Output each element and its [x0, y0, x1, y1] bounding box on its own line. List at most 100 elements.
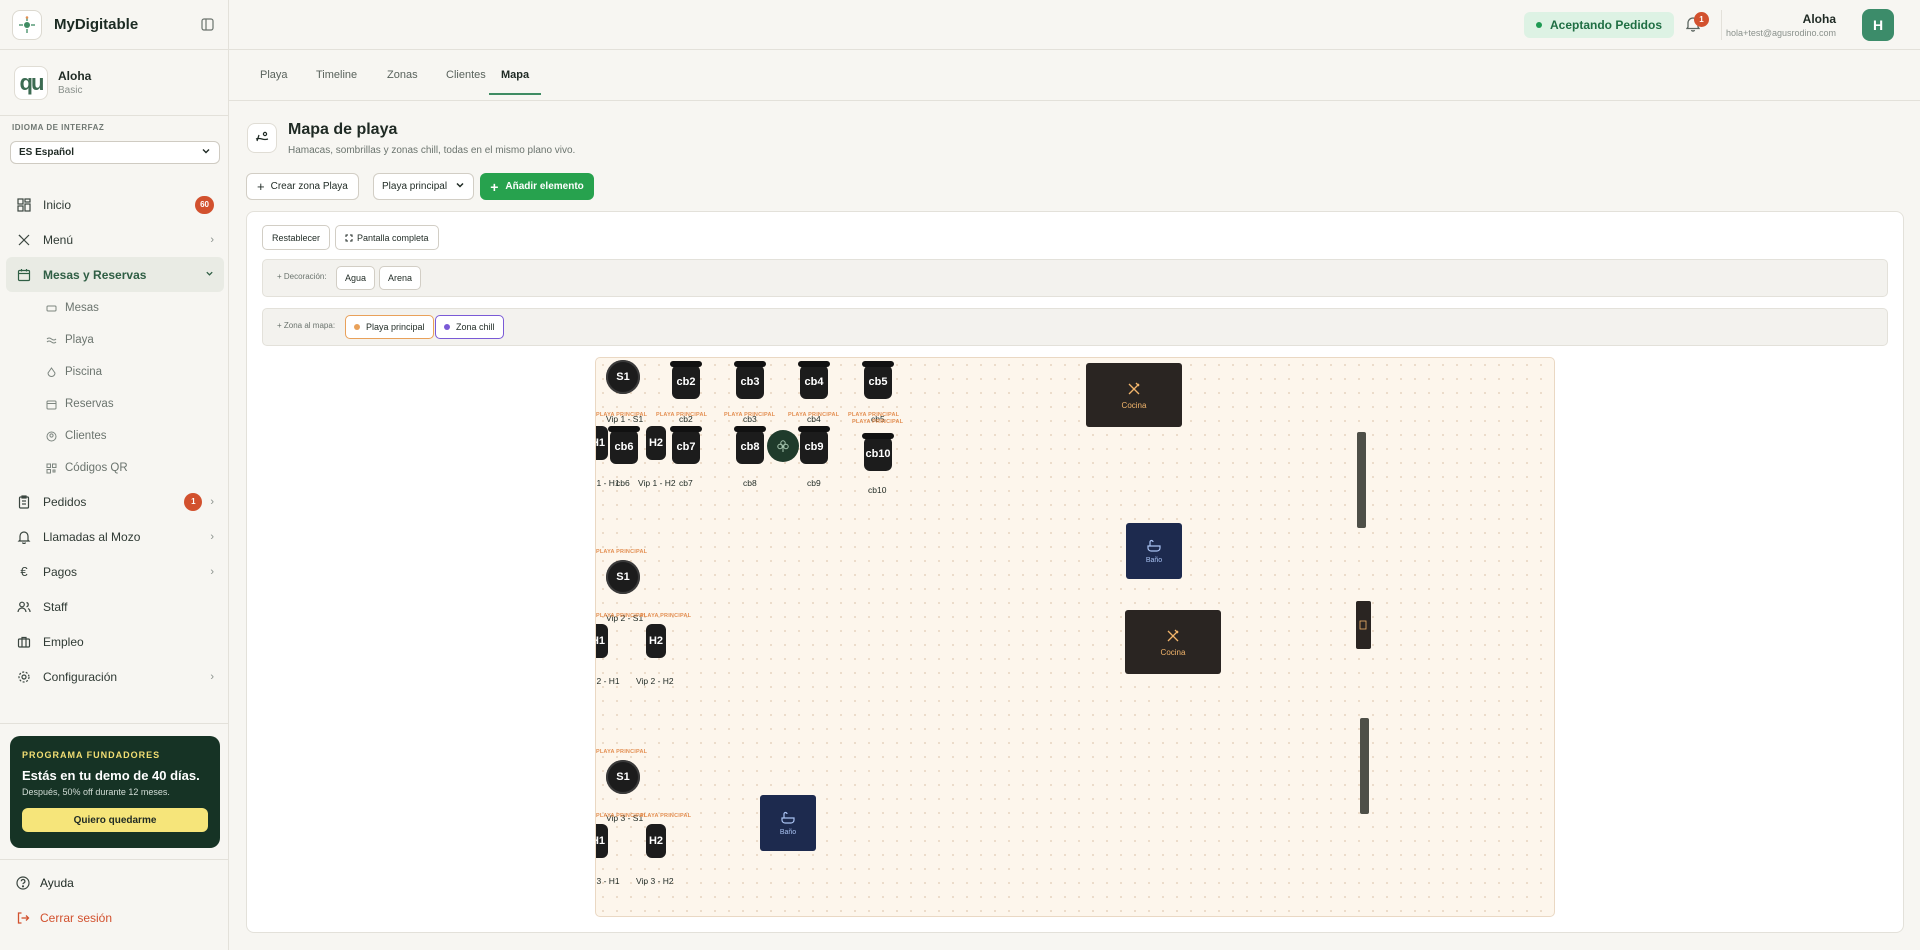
add-element-button[interactable]: + Añadir elemento	[480, 173, 594, 200]
table-icon	[46, 302, 58, 314]
nav-label: Inicio	[43, 197, 72, 212]
lounger[interactable]: cb4	[798, 361, 830, 399]
nav-label: Staff	[43, 599, 68, 614]
chevron-down-icon	[205, 269, 214, 281]
lounger[interactable]: cb9	[798, 426, 830, 464]
promo-kicker: PROGRAMA FUNDADORES	[22, 750, 161, 760]
nav-item-pedidos[interactable]: Pedidos 1 ›	[6, 484, 224, 519]
lounger[interactable]: cb8	[734, 426, 766, 464]
help-link[interactable]: Ayuda	[16, 873, 74, 893]
bell-icon	[16, 529, 32, 545]
button-label: Añadir elemento	[505, 181, 584, 192]
hammock[interactable]: H2	[646, 426, 666, 460]
zone-tag: PLAYA PRINCIPAL	[596, 549, 648, 555]
org-name: Aloha	[58, 69, 92, 83]
fullscreen-button[interactable]: Pantalla completa	[335, 225, 439, 250]
lounger[interactable]: cb2	[670, 361, 702, 399]
tab-timeline[interactable]: Timeline	[316, 69, 357, 93]
nav-item-configuracion[interactable]: Configuración ›	[6, 659, 224, 694]
logout-label: Cerrar sesión	[40, 911, 113, 925]
zone-playa-principal-chip[interactable]: Playa principal	[345, 315, 434, 339]
create-zone-button[interactable]: + Crear zona Playa	[246, 173, 359, 200]
door-block[interactable]	[1356, 601, 1371, 649]
briefcase-icon	[16, 634, 32, 650]
page-subtitle: Hamacas, sombrillas y zonas chill, todas…	[288, 145, 576, 156]
bathroom-label: Baño	[1145, 556, 1163, 564]
nav-item-staff[interactable]: Staff	[6, 589, 224, 624]
wall-segment[interactable]	[1357, 432, 1366, 528]
door-icon	[1359, 620, 1367, 630]
nav-item-mesas-reservas[interactable]: Mesas y Reservas	[6, 257, 224, 292]
hammock[interactable]: H1	[596, 426, 608, 460]
nav-label: Pedidos	[43, 494, 87, 509]
nav-item-empleo[interactable]: Empleo	[6, 624, 224, 659]
wall-segment[interactable]	[1360, 718, 1369, 814]
organization[interactable]: qu Aloha Basic	[0, 50, 228, 116]
brand-logo-icon[interactable]	[12, 9, 42, 40]
bathtub-icon	[781, 811, 795, 824]
umbrella[interactable]: S1	[606, 360, 640, 394]
kitchen-label: Cocina	[1160, 647, 1186, 657]
promo-button[interactable]: Quiero quedarme	[22, 808, 208, 832]
bathroom-block[interactable]: Baño	[1126, 523, 1182, 579]
zone-chill-chip[interactable]: Zona chill	[435, 315, 504, 339]
lounger[interactable]: cb10	[862, 433, 894, 471]
nav-label: Mesas y Reservas	[43, 267, 147, 282]
tab-mapa[interactable]: Mapa	[489, 69, 542, 95]
lounger[interactable]: cb5	[862, 361, 894, 399]
beach-map-canvas[interactable]: S1 Vip 1 - S1 cb2 cb2 cb3 cb3 cb4 cb4 cb…	[595, 357, 1555, 917]
tab-clientes[interactable]: Clientes	[446, 69, 486, 93]
decor-agua-button[interactable]: Agua	[336, 266, 376, 290]
sub-item-playa[interactable]: Playa	[6, 324, 224, 356]
hammock[interactable]: H2	[646, 824, 666, 858]
zone-tag: PLAYA PRINCIPAL	[852, 419, 904, 425]
avatar[interactable]: H	[1862, 9, 1894, 41]
sub-item-reservas[interactable]: Reservas	[6, 388, 224, 420]
lounger[interactable]: cb3	[734, 361, 766, 399]
chevron-down-icon	[201, 146, 211, 159]
promo-card: PROGRAMA FUNDADORES Estás en tu demo de …	[10, 736, 220, 848]
sub-item-qr[interactable]: Códigos QR	[6, 452, 224, 484]
notifications-button[interactable]: 1	[1685, 12, 1709, 34]
chevron-down-icon	[455, 180, 465, 193]
umbrella[interactable]: S1	[606, 760, 640, 794]
count-badge: 60	[195, 195, 214, 214]
sub-item-label: Reservas	[65, 398, 114, 410]
zone-tag: PLAYA PRINCIPAL	[724, 412, 776, 418]
nav-item-llamadas[interactable]: Llamadas al Mozo ›	[6, 519, 224, 554]
hammock[interactable]: H1	[596, 824, 608, 858]
decor-arena-button[interactable]: Arena	[379, 266, 422, 290]
calendar-icon	[46, 398, 58, 410]
lounger[interactable]: cb6	[608, 426, 640, 464]
divider	[0, 859, 229, 860]
language-select[interactable]: ES Español	[10, 141, 220, 164]
logout-link[interactable]: Cerrar sesión	[16, 908, 112, 928]
notification-count: 1	[1694, 12, 1709, 27]
nav-item-pagos[interactable]: € Pagos ›	[6, 554, 224, 589]
bathroom-block[interactable]: Baño	[760, 795, 816, 851]
users-icon	[16, 599, 32, 615]
umbrella[interactable]: S1	[606, 560, 640, 594]
sub-item-mesas[interactable]: Mesas	[6, 292, 224, 324]
zone-select[interactable]: Playa principal	[373, 173, 474, 200]
hammock[interactable]: H1	[596, 624, 608, 658]
status-badge[interactable]: Aceptando Pedidos	[1524, 12, 1675, 38]
sub-item-clientes[interactable]: Clientes	[6, 420, 224, 452]
nav-label: Llamadas al Mozo	[43, 529, 141, 544]
kitchen-block[interactable]: Cocina	[1086, 363, 1182, 427]
zone-tag: PLAYA PRINCIPAL	[640, 613, 692, 619]
button-label: Pantalla completa	[357, 232, 429, 243]
tab-zonas[interactable]: Zonas	[387, 69, 418, 93]
tab-playa[interactable]: Playa	[260, 69, 288, 93]
lounger[interactable]: cb7	[670, 426, 702, 464]
chevron-right-icon: ›	[210, 233, 214, 246]
nav-label: Pagos	[43, 564, 78, 579]
nav-item-inicio[interactable]: Inicio 60	[6, 187, 224, 222]
plant-decor[interactable]	[767, 430, 799, 462]
nav-item-menu[interactable]: Menú ›	[6, 222, 224, 257]
hammock[interactable]: H2	[646, 624, 666, 658]
reset-button[interactable]: Restablecer	[262, 225, 331, 250]
sidebar-collapse-icon[interactable]	[198, 16, 216, 34]
kitchen-block[interactable]: Cocina	[1125, 610, 1221, 674]
sub-item-piscina[interactable]: Piscina	[6, 356, 224, 388]
